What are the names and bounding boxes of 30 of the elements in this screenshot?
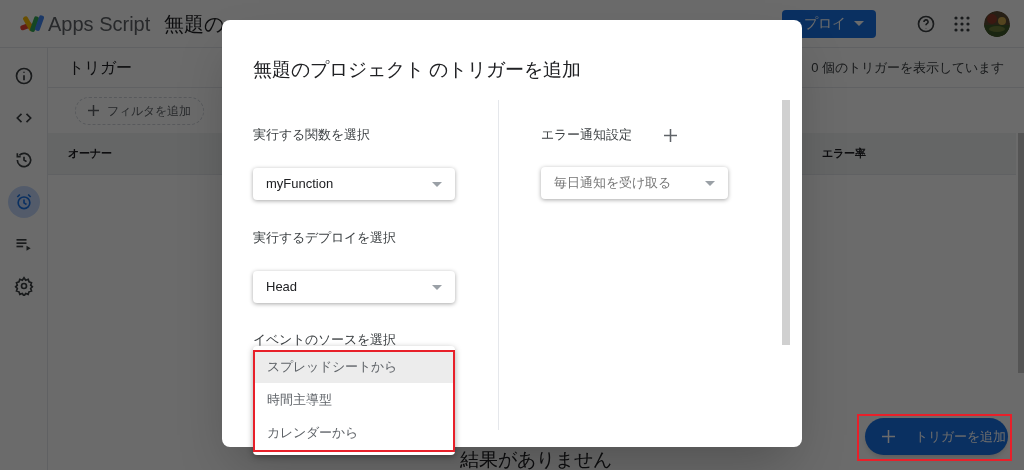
menu-item[interactable]: スプレッドシートから xyxy=(253,350,455,383)
settings-icon[interactable] xyxy=(13,276,34,296)
select-field[interactable]: 毎日通知を受け取る xyxy=(541,167,728,199)
plus-icon xyxy=(882,430,895,443)
field-label: イベントのソースを選択 xyxy=(253,331,397,349)
field-label: エラー通知設定 xyxy=(541,126,632,145)
project-title[interactable]: 無題の xyxy=(164,8,225,39)
column-header: オーナー xyxy=(68,146,112,162)
dropdown-caret-icon xyxy=(432,284,442,290)
dropdown-caret-icon xyxy=(432,181,442,187)
sidebar-item[interactable] xyxy=(7,186,40,218)
dropdown-caret-icon xyxy=(705,180,715,186)
empty-message: 結果がありません xyxy=(460,449,612,470)
plus-icon[interactable] xyxy=(664,128,677,142)
info-icon[interactable] xyxy=(13,66,34,86)
column-header: エラー率 xyxy=(822,146,866,162)
field-label: 実行する関数を選択 xyxy=(253,126,371,144)
dialog-title: 無題のプロジェクト のトリガーを追加 xyxy=(253,58,582,82)
scrollbar[interactable] xyxy=(782,100,790,345)
field-label: 実行するデプロイを選択 xyxy=(253,229,397,247)
help-icon[interactable] xyxy=(916,13,936,34)
trigger-count: 0 個のトリガーを表示しています xyxy=(811,58,1004,77)
apps-grid-icon[interactable] xyxy=(954,15,970,32)
logo-icon xyxy=(18,13,44,34)
select-field[interactable]: myFunction xyxy=(253,168,455,200)
app-name: Apps Script xyxy=(48,11,151,37)
select-field[interactable]: Head xyxy=(253,271,455,303)
page-title: トリガー xyxy=(68,57,132,78)
caret-icon xyxy=(854,21,864,26)
plus-icon xyxy=(88,105,99,116)
